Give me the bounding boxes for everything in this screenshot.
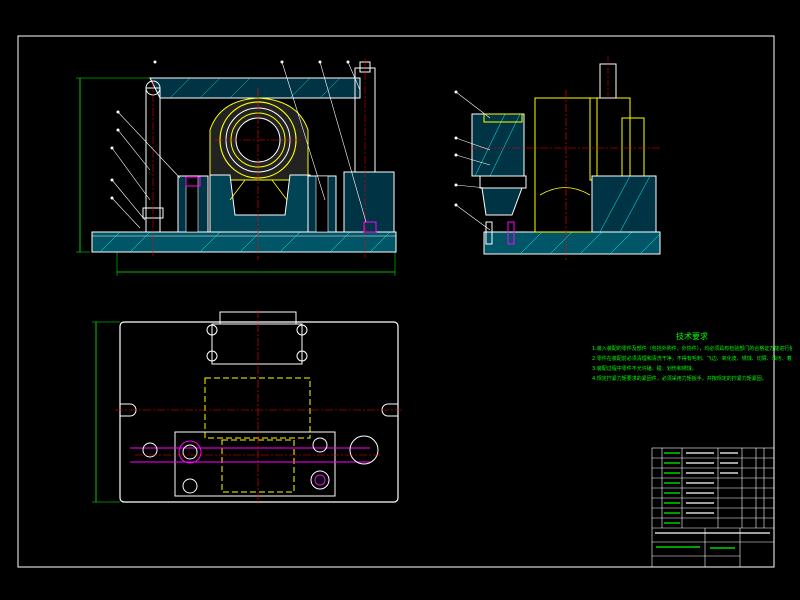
technical-note-2: 2.零件在装配前必须清理和清洗干净，不得有毛刺、飞边、氧化皮、锈蚀、切屑、油污、… — [592, 356, 792, 362]
technical-note-3: 3.装配过程中零件不允许磕、碰、划伤和锈蚀。 — [592, 366, 697, 372]
technical-notes-title: 技术要求 — [676, 332, 708, 341]
title-block-text-placeholders — [655, 452, 770, 549]
side-view — [454, 56, 661, 260]
technical-notes: 技术要求 1.装入装配的零件及部件（包括外购件、外协件），均必须具有检验部门的合… — [592, 330, 792, 384]
cad-drawing-sheet — [17, 35, 775, 568]
title-block — [651, 447, 775, 568]
front-view — [76, 58, 397, 276]
top-view — [92, 310, 402, 505]
sheet-border — [17, 35, 775, 568]
technical-note-4: 4.规定拧紧力矩要求的紧固件，必须采用力矩扳手，并按规定的拧紧力矩紧固。 — [592, 376, 767, 382]
technical-note-1: 1.装入装配的零件及部件（包括外购件、外协件），均必须具有检验部门的合格证方能进… — [592, 346, 792, 352]
